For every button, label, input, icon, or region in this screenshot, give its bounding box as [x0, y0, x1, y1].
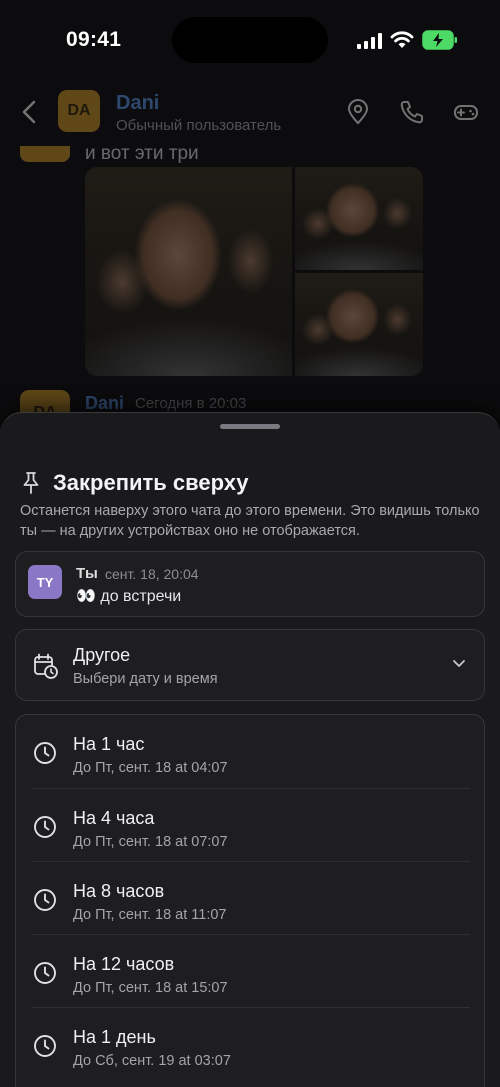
- calendar-clock-icon: [34, 653, 58, 679]
- pinned-message-preview: TY Ты сент. 18, 20:04 👀 до встречи: [15, 551, 485, 617]
- status-bar: 09:41: [0, 0, 500, 84]
- photo-thumbnail[interactable]: [295, 167, 423, 270]
- custom-date-option[interactable]: Другое Выбери дату и время: [15, 629, 485, 701]
- duration-option-1d[interactable]: На 1 день До Сб, сент. 19 at 03:07: [31, 1007, 470, 1080]
- option-subtitle: До Пт, сент. 18 at 07:07: [73, 834, 228, 850]
- wifi-icon: [390, 31, 414, 48]
- option-title: На 4 часа: [73, 808, 155, 828]
- custom-date-title: Другое: [73, 645, 131, 665]
- peer-name[interactable]: Dani: [116, 92, 159, 115]
- option-title: На 8 часов: [73, 881, 165, 901]
- gamepad-icon[interactable]: [452, 98, 480, 126]
- chevron-down-icon: [453, 660, 465, 667]
- duration-option-8h[interactable]: На 8 часов До Пт, сент. 18 at 11:07: [31, 861, 470, 934]
- duration-option-4h[interactable]: На 4 часа До Пт, сент. 18 at 07:07: [31, 788, 470, 861]
- peer-avatar[interactable]: DA: [58, 90, 100, 132]
- duration-options-list: На 1 час До Пт, сент. 18 at 04:07 На 4 ч…: [15, 714, 485, 1087]
- clock-icon: [34, 889, 56, 911]
- pushpin-icon: [23, 472, 39, 494]
- option-title: На 12 часов: [73, 954, 175, 974]
- photo-thumbnail[interactable]: [85, 167, 292, 376]
- back-chevron-icon[interactable]: [18, 98, 40, 126]
- message-author: Dani: [85, 393, 125, 413]
- preview-text: 👀 до встречи: [76, 588, 182, 605]
- location-pin-icon[interactable]: [344, 98, 372, 126]
- option-subtitle: До Пт, сент. 18 at 15:07: [73, 980, 228, 996]
- message-text: и вот эти три: [85, 143, 199, 164]
- duration-option-1h[interactable]: На 1 час До Пт, сент. 18 at 04:07: [31, 715, 470, 788]
- preview-author: Ты: [76, 565, 98, 582]
- battery-charging-icon: [422, 30, 457, 50]
- cellular-signal-icon: [357, 33, 382, 49]
- pin-bottom-sheet: Закрепить сверху Останется наверху этого…: [0, 412, 500, 1087]
- option-title: На 1 день: [73, 1027, 156, 1047]
- message-avatar: [20, 146, 70, 162]
- photo-album[interactable]: [85, 167, 423, 376]
- sheet-description: Останется наверху этого чата до этого вр…: [20, 503, 480, 539]
- option-title: На 1 час: [73, 734, 145, 754]
- sheet-grabber[interactable]: [220, 424, 280, 429]
- self-avatar: TY: [28, 565, 62, 599]
- chat-header: DA Dani Обычный пользователь: [0, 84, 500, 146]
- message-timestamp: Сегодня в 20:03: [135, 395, 247, 412]
- option-subtitle: До Пт, сент. 18 at 11:07: [73, 907, 227, 923]
- dynamic-island: [172, 17, 328, 63]
- peer-status: Обычный пользователь: [116, 117, 282, 134]
- clock-icon: [34, 742, 56, 764]
- photo-thumbnail[interactable]: [295, 273, 423, 376]
- preview-date: сент. 18, 20:04: [105, 566, 199, 582]
- sheet-title: Закрепить сверху: [53, 470, 249, 495]
- clock-icon: [34, 962, 56, 984]
- option-subtitle: До Сб, сент. 19 at 03:07: [73, 1053, 231, 1069]
- custom-date-subtitle: Выбери дату и время: [73, 671, 218, 687]
- status-time: 09:41: [66, 28, 122, 51]
- clock-icon: [34, 1035, 56, 1057]
- duration-option-12h[interactable]: На 12 часов До Пт, сент. 18 at 15:07: [31, 934, 470, 1007]
- option-subtitle: До Пт, сент. 18 at 04:07: [73, 760, 228, 776]
- clock-icon: [34, 816, 56, 838]
- phone-icon[interactable]: [398, 98, 426, 126]
